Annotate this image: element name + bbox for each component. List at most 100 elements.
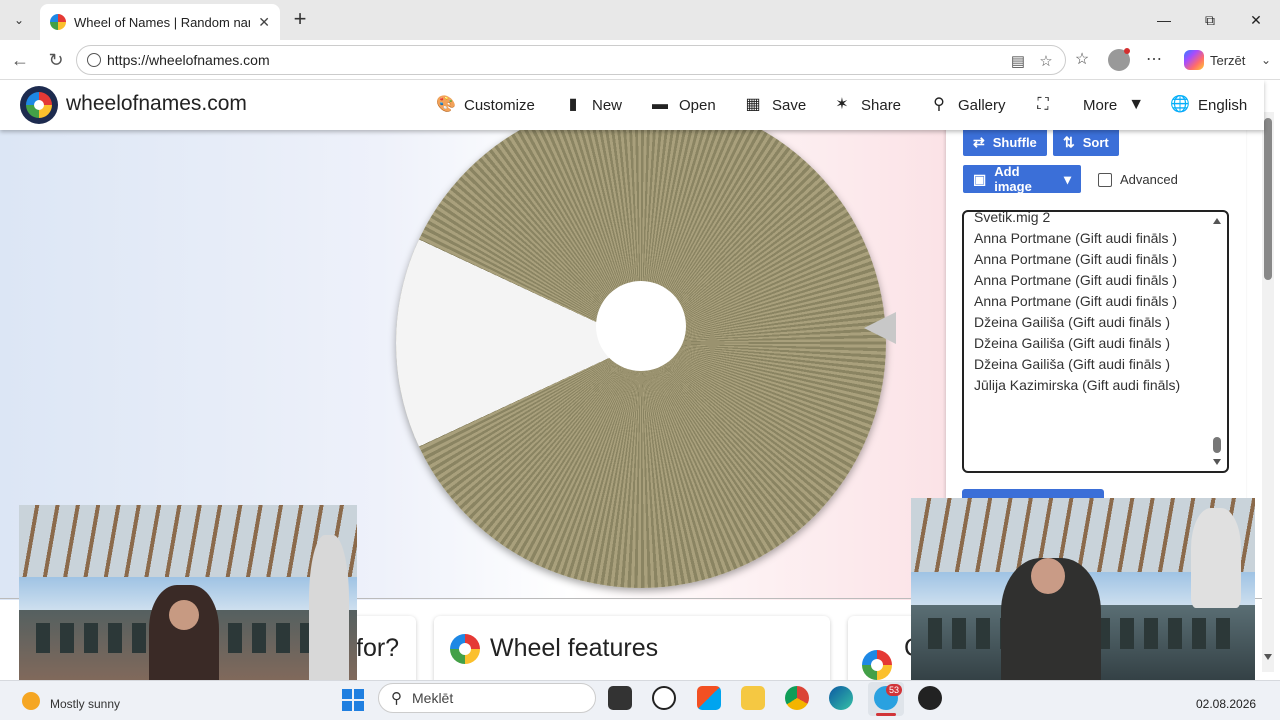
video-person bbox=[1191, 508, 1241, 608]
menu-label: More bbox=[1083, 96, 1118, 114]
entry-line: Džeina Gailiša (Gift audi fināls ) bbox=[974, 335, 1171, 351]
globe-icon: 🌐 bbox=[1170, 96, 1190, 113]
caret-down-icon: ▼ bbox=[1128, 96, 1145, 113]
menu-open[interactable]: ▬ Open bbox=[651, 93, 716, 117]
page-scroll-thumb[interactable] bbox=[1264, 118, 1272, 280]
caret-down-icon: ▾ bbox=[1063, 170, 1071, 187]
site-header: wheelofnames.com 🎨 Customize ▮ New ▬ Ope… bbox=[0, 80, 1264, 130]
edge-icon[interactable] bbox=[829, 686, 853, 710]
tab-close-icon[interactable]: ✕ bbox=[258, 14, 270, 31]
add-image-label: Add image bbox=[994, 164, 1032, 194]
favorite-star-icon[interactable]: ☆ bbox=[1037, 53, 1055, 71]
palette-icon: 🎨 bbox=[436, 96, 456, 113]
video-person bbox=[309, 535, 349, 695]
wheel-logo-icon bbox=[862, 650, 892, 680]
wheel-pointer-icon bbox=[864, 312, 896, 344]
site-logo-icon[interactable] bbox=[20, 86, 58, 124]
menu-new[interactable]: ▮ New bbox=[564, 93, 622, 117]
copilot-label: Terzēt bbox=[1210, 52, 1246, 68]
copilot-button[interactable]: Terzēt bbox=[1176, 46, 1253, 74]
reader-icon[interactable]: ▤ bbox=[1009, 53, 1027, 71]
weather-sun-icon[interactable] bbox=[22, 692, 40, 710]
browser-tab-active[interactable]: Wheel of Names | Random name pi ✕ bbox=[40, 4, 280, 40]
tab-list-icon[interactable]: ⌄ bbox=[6, 8, 32, 32]
more-icon[interactable]: ⋯ bbox=[1142, 48, 1166, 72]
minimize-icon[interactable]: — bbox=[1152, 8, 1176, 32]
menu-label: Gallery bbox=[958, 96, 1006, 114]
page-scroll-down-icon[interactable] bbox=[1264, 654, 1272, 660]
store-icon[interactable] bbox=[697, 686, 721, 710]
profile-notification-dot bbox=[1124, 48, 1130, 54]
entry-line: Anna Portmane (Gift audi fināls ) bbox=[974, 293, 1178, 309]
chevron-down-icon[interactable]: ⌄ bbox=[1254, 48, 1278, 72]
menu-share[interactable]: ✶ Share bbox=[833, 93, 901, 117]
telegram-running-indicator bbox=[876, 713, 896, 716]
obs-icon[interactable] bbox=[918, 686, 942, 710]
image-icon: ▣ bbox=[973, 170, 987, 187]
entries-scroll-down-icon[interactable] bbox=[1213, 459, 1221, 465]
copilot-icon bbox=[1184, 50, 1204, 70]
entry-line: Jūlija Kazimirska (Gift audi fināls) bbox=[974, 377, 1181, 393]
favorites-icon[interactable]: ☆ bbox=[1070, 48, 1094, 72]
new-tab-button[interactable]: + bbox=[288, 8, 312, 32]
back-icon[interactable]: ← bbox=[8, 48, 32, 72]
site-info-icon[interactable] bbox=[87, 53, 101, 67]
advanced-toggle[interactable]: Advanced bbox=[1098, 172, 1178, 187]
wheel-center-hub[interactable] bbox=[596, 281, 686, 371]
entry-line: Anna Portmane (Gift audi fināls ) bbox=[974, 230, 1178, 246]
advanced-label: Advanced bbox=[1120, 172, 1178, 187]
camera-overlay-left bbox=[19, 505, 357, 695]
info-card-features: Wheel features bbox=[434, 616, 830, 680]
site-name[interactable]: wheelofnames.com bbox=[66, 92, 247, 116]
entries-textarea[interactable]: Svetik.mig 2 Anna Portmane (Gift audi fi… bbox=[962, 210, 1229, 473]
shuffle-icon: ⇄ bbox=[973, 133, 985, 150]
menu-more[interactable]: More ▼ bbox=[1083, 93, 1145, 117]
chatgpt-icon[interactable] bbox=[652, 686, 676, 710]
taskbar bbox=[0, 680, 1280, 720]
weather-text[interactable]: Mostly sunny bbox=[50, 697, 120, 711]
start-icon[interactable] bbox=[342, 689, 364, 711]
wheel-logo-icon bbox=[450, 634, 480, 664]
address-bar[interactable]: https://wheelofnames.com ▤ ☆ bbox=[76, 45, 1066, 75]
menu-save[interactable]: ▦ Save bbox=[744, 93, 806, 117]
menu-gallery[interactable]: ⚲ Gallery bbox=[930, 93, 1006, 117]
telegram-badge: 53 bbox=[886, 684, 902, 696]
menu-language[interactable]: 🌐 English bbox=[1170, 93, 1247, 117]
search-icon: ⚲ bbox=[391, 690, 402, 707]
entries-scroll-thumb[interactable] bbox=[1213, 437, 1221, 453]
card-title: Wheel features bbox=[490, 634, 659, 662]
sort-label: Sort bbox=[1082, 134, 1109, 150]
folder-icon: ▬ bbox=[652, 96, 668, 113]
advanced-checkbox[interactable] bbox=[1098, 172, 1112, 187]
sort-button[interactable]: ⇅ Sort bbox=[1053, 128, 1119, 156]
menu-label: Customize bbox=[464, 96, 535, 114]
shuffle-label: Shuffle bbox=[992, 134, 1037, 150]
close-icon[interactable]: ✕ bbox=[1244, 8, 1268, 32]
restore-icon[interactable]: ⧉ bbox=[1198, 8, 1222, 32]
tab-favicon-icon bbox=[50, 14, 66, 30]
menu-customize[interactable]: 🎨 Customize bbox=[436, 93, 535, 117]
share-icon: ✶ bbox=[835, 96, 849, 113]
video-person-face bbox=[169, 600, 199, 630]
add-image-button[interactable]: ▣ Add image ▾ bbox=[963, 164, 1081, 194]
info-card-right: C bbox=[848, 616, 922, 680]
search-icon: ⚲ bbox=[933, 96, 945, 113]
file-explorer-icon[interactable] bbox=[741, 686, 765, 710]
tab-title: Wheel of Names | Random name pi bbox=[74, 14, 250, 30]
refresh-icon[interactable]: ↻ bbox=[44, 48, 68, 72]
taskbar-search-placeholder: Meklēt bbox=[412, 690, 454, 706]
menu-fullscreen[interactable]: ⛶ bbox=[1034, 93, 1052, 117]
shuffle-button[interactable]: ⇄ Shuffle bbox=[963, 128, 1047, 156]
taskbar-date[interactable]: 02.08.2026 bbox=[1196, 697, 1256, 711]
task-view-icon[interactable] bbox=[608, 686, 632, 710]
fullscreen-icon: ⛶ bbox=[1037, 96, 1049, 113]
chrome-icon[interactable] bbox=[785, 686, 809, 710]
entry-line: Svetik.mig 2 bbox=[974, 210, 1051, 225]
entries-scroll-up-icon[interactable] bbox=[1213, 218, 1221, 224]
taskbar-search[interactable]: ⚲ Meklēt bbox=[378, 683, 596, 713]
menu-label: Share bbox=[861, 96, 902, 114]
entry-line: Džeina Gailiša (Gift audi fināls ) bbox=[974, 356, 1171, 372]
card-title: for? bbox=[356, 634, 400, 662]
entry-line: Anna Portmane (Gift audi fināls ) bbox=[974, 251, 1178, 267]
menu-label: English bbox=[1198, 96, 1248, 114]
